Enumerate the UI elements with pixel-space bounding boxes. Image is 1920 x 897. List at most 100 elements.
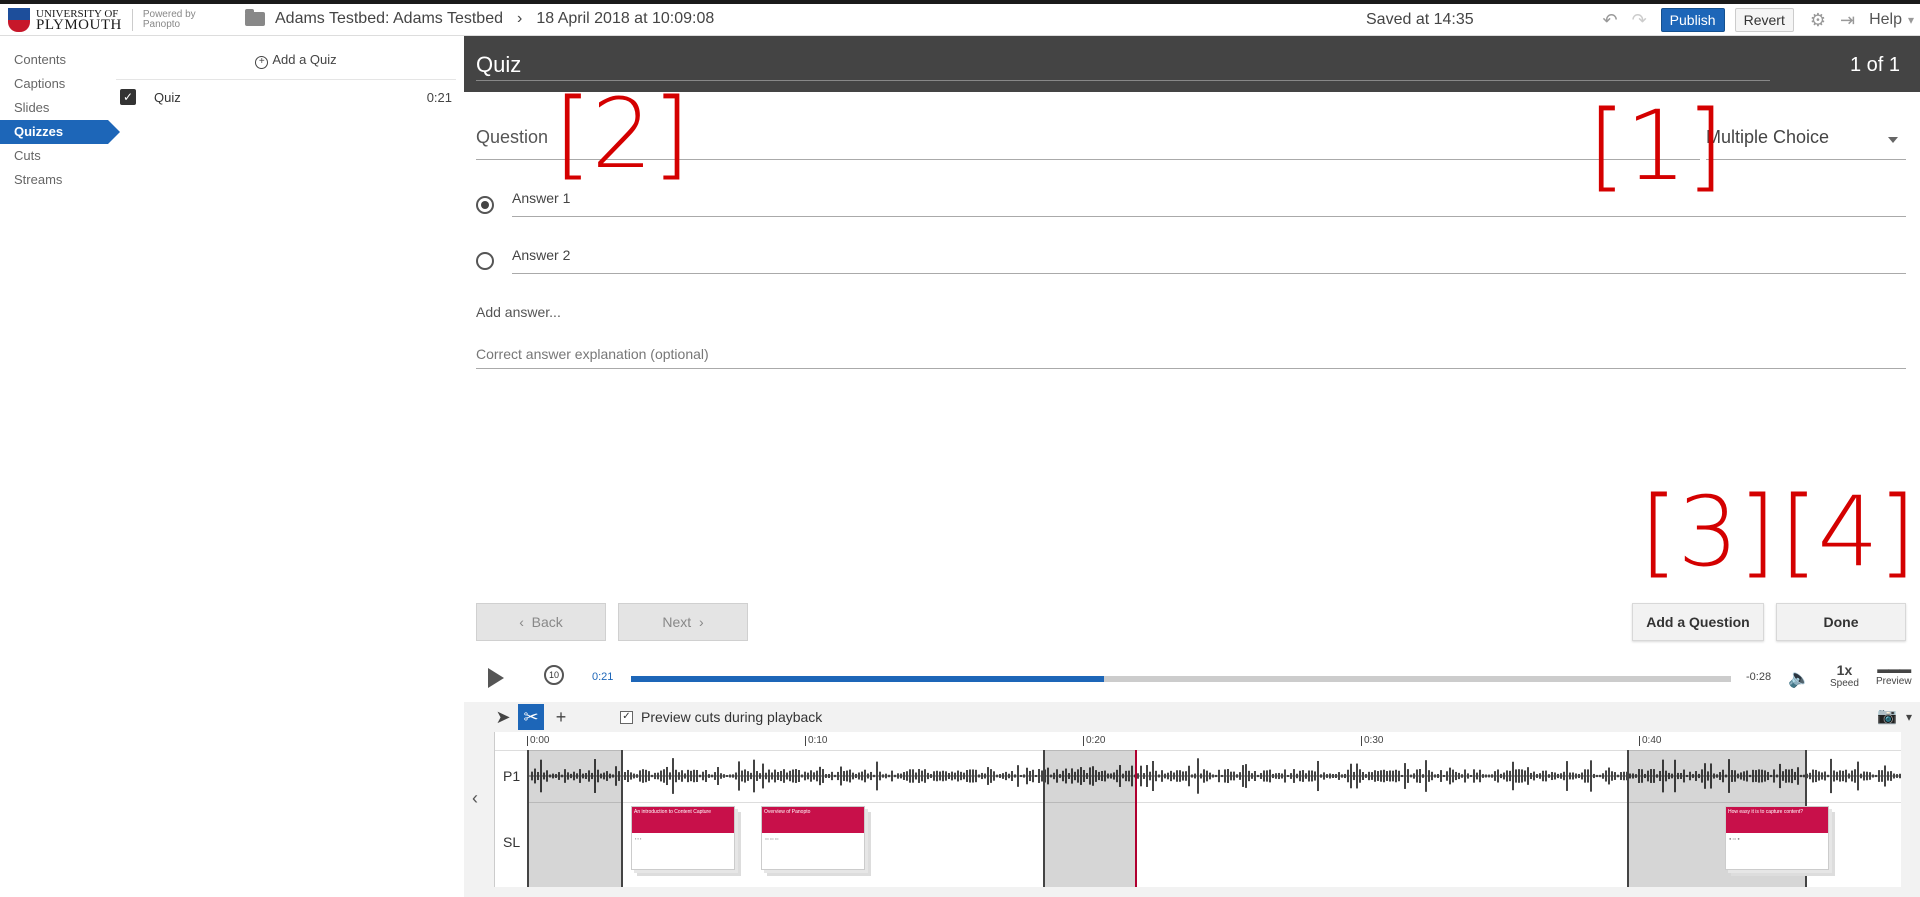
question-count: 1 of 1	[1849, 54, 1900, 76]
redo-icon[interactable]: ↷	[1632, 10, 1647, 31]
annotation-2: [2]	[554, 78, 690, 190]
quiz-editor: Quiz 1 of 1 Question Multiple Choice Ans…	[464, 36, 1920, 897]
preview-control[interactable]: ▬▬▬ Preview	[1876, 662, 1912, 687]
slide-thumbnail[interactable]: An introduction to Content Capture ▪ ▪ ▪	[631, 806, 735, 870]
chevron-down-icon[interactable]: ▾	[1908, 13, 1914, 27]
timeline-toolbar: ➤ ✂ + ✓ Preview cuts during playback 📷 ▾	[464, 702, 1920, 732]
top-bar: UNIVERSITY OF PLYMOUTH Powered by Panopt…	[0, 0, 1920, 36]
sidebar-item-contents[interactable]: Contents	[0, 48, 110, 72]
preview-cuts-checkbox[interactable]: ✓	[620, 710, 633, 724]
cut-region[interactable]	[527, 750, 623, 887]
annotation-4: [4]	[1780, 476, 1916, 588]
row-label-sl: SL	[503, 834, 521, 850]
saved-status: Saved at 14:35	[1366, 11, 1474, 28]
select-arrow-icon[interactable]: ➤	[490, 704, 516, 730]
back-label: Back	[531, 614, 563, 630]
quiz-item-label: Quiz	[154, 89, 181, 105]
sidebar-item-captions[interactable]: Captions	[0, 72, 110, 96]
slide-thumbnail[interactable]: Overview of Panopto ▭ ▭ ▭	[761, 806, 865, 870]
revert-button[interactable]: Revert	[1734, 8, 1794, 32]
explanation-input[interactable]: Correct answer explanation (optional)	[476, 346, 1906, 369]
plus-icon[interactable]: +	[548, 704, 574, 730]
answer-2-radio[interactable]	[476, 252, 494, 270]
scissors-icon[interactable]: ✂	[518, 704, 544, 730]
chevron-right-icon: ›	[517, 10, 523, 27]
exit-icon[interactable]: ⇥	[1840, 10, 1855, 31]
preview-cuts-option[interactable]: ✓ Preview cuts during playback	[620, 709, 822, 725]
row-label-p1: P1	[503, 768, 521, 784]
back-button[interactable]: ‹ Back	[476, 603, 606, 641]
publish-button[interactable]: Publish	[1660, 8, 1725, 32]
quiz-item-time: 0:21	[426, 89, 452, 105]
powered-by: Powered by Panopto	[143, 10, 196, 30]
slide-title: Overview of Panopto	[762, 807, 864, 833]
speed-control[interactable]: 1x Speed	[1830, 662, 1859, 689]
done-button[interactable]: Done	[1776, 603, 1906, 641]
question-type-select[interactable]: Multiple Choice	[1706, 127, 1906, 160]
annotation-3: [3]	[1640, 476, 1776, 588]
slide-body: ● ▭ ●	[1729, 836, 1740, 841]
breadcrumb: Adams Testbed: Adams Testbed › 18 April …	[245, 9, 714, 28]
sidebar-item-quizzes[interactable]: Quizzes	[0, 120, 120, 144]
preview-label: Preview	[1876, 676, 1912, 687]
chevron-left-icon[interactable]: ‹	[472, 788, 478, 809]
university-name: UNIVERSITY OF PLYMOUTH	[36, 9, 122, 33]
university-line2: PLYMOUTH	[36, 17, 122, 33]
undo-icon[interactable]: ↶	[1602, 10, 1617, 31]
annotation-1: [1]	[1588, 90, 1724, 202]
quiz-title[interactable]: Quiz	[476, 52, 521, 78]
tick-label: 0:30	[1361, 736, 1383, 746]
rewind-10-icon[interactable]: 10	[544, 665, 564, 685]
add-circle-icon: +	[255, 56, 269, 69]
tick-label: 0:10	[805, 736, 827, 746]
tick-label: 0:00	[527, 736, 549, 746]
progress-bar[interactable]	[631, 676, 1731, 682]
logo-divider	[131, 9, 133, 31]
add-quiz-label: Add a Quiz	[272, 52, 337, 67]
sidebar-item-slides[interactable]: Slides	[0, 96, 110, 120]
slide-body: ▭ ▭ ▭	[765, 836, 779, 841]
sidebar-item-cuts[interactable]: Cuts	[0, 144, 110, 168]
play-icon[interactable]	[488, 668, 504, 688]
sidebar: Contents Captions Slides Quizzes Cuts St…	[0, 48, 120, 192]
slide-title: How easy it is to capture content?	[1726, 807, 1828, 833]
sidebar-item-streams[interactable]: Streams	[0, 168, 110, 192]
volume-icon[interactable]: 🔈	[1788, 668, 1810, 689]
preview-icon: ▬▬▬	[1877, 662, 1911, 676]
powered-by-brand: Panopto	[142, 19, 181, 30]
preview-cuts-label: Preview cuts during playback	[641, 709, 823, 725]
gear-icon[interactable]: ⚙	[1810, 10, 1826, 31]
quiz-list: + Add a Quiz ✓ Quiz 0:21	[116, 48, 456, 114]
slide-title: An introduction to Content Capture	[632, 807, 734, 833]
timeline-tracks[interactable]: 0:00 0:10 0:20 0:30 0:40 P1 SL An introd…	[494, 732, 1901, 887]
next-label: Next	[662, 614, 692, 630]
speed-value: 1x	[1836, 662, 1853, 678]
add-quiz-button[interactable]: + Add a Quiz	[116, 48, 456, 72]
add-question-button[interactable]: Add a Question	[1632, 603, 1764, 641]
player-controls: 10 0:21 -0:28 🔈 1x Speed ▬▬▬ Preview	[464, 656, 1920, 702]
answer-2-input[interactable]: Answer 2	[512, 247, 1906, 274]
breadcrumb-folder[interactable]: Adams Testbed: Adams Testbed	[275, 10, 503, 28]
slide-thumbnail[interactable]: How easy it is to capture content? ● ▭ ●	[1725, 806, 1829, 870]
breadcrumb-session[interactable]: 18 April 2018 at 10:09:08	[536, 10, 714, 28]
next-button[interactable]: Next ›	[618, 603, 748, 641]
chevron-left-icon: ‹	[519, 614, 532, 630]
university-logo[interactable]: UNIVERSITY OF PLYMOUTH Powered by Panopt…	[8, 7, 196, 33]
timeline: ‹ 0:00 0:10 0:20 0:30 0:40 P1 SL An intr…	[464, 732, 1920, 897]
chevron-down-icon[interactable]: ▾	[1896, 704, 1920, 730]
playhead[interactable]	[1135, 750, 1137, 887]
crest-icon	[8, 8, 30, 32]
progress-fill	[631, 676, 1104, 682]
list-item[interactable]: ✓ Quiz 0:21	[116, 79, 456, 114]
answer-1-radio[interactable]	[476, 196, 494, 214]
help-menu[interactable]: Help	[1869, 11, 1902, 29]
slide-body: ▪ ▪ ▪	[635, 836, 642, 841]
cut-region[interactable]	[1043, 750, 1137, 887]
toolbar-right: ↶ ↷ Publish Revert ⚙ ⇥ Help ▾	[1602, 7, 1920, 33]
checkbox-checked-icon: ✓	[120, 89, 136, 105]
dropdown-arrow-icon	[1888, 137, 1898, 143]
add-answer-link[interactable]: Add answer...	[476, 304, 561, 320]
tick-label: 0:40	[1639, 736, 1661, 746]
time-ruler: 0:00 0:10 0:20 0:30 0:40	[495, 732, 1901, 751]
current-time: 0:21	[592, 671, 614, 683]
